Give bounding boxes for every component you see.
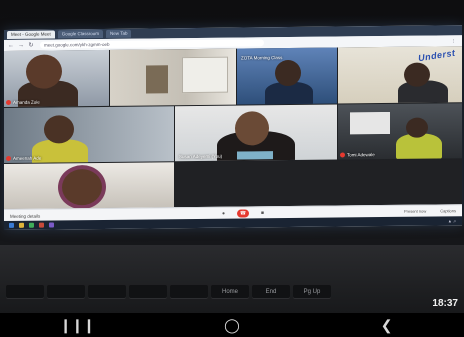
keyboard-key: Pg Up xyxy=(293,285,331,299)
room-door xyxy=(146,65,168,94)
muted-mic-icon xyxy=(6,155,11,161)
participant-tile[interactable]: Amanda Zoie xyxy=(4,49,109,107)
room-window xyxy=(182,56,228,94)
participant-head xyxy=(235,111,269,146)
browser-menu-icon[interactable]: ⋮ xyxy=(452,38,457,44)
keyboard-key: End xyxy=(252,285,290,299)
keyboard-key xyxy=(129,285,167,299)
participant-tile[interactable]: ZOTA Morning Class xyxy=(237,47,337,105)
participant-name: Amanda Zoie xyxy=(13,99,40,105)
empty-grid-area xyxy=(175,159,462,208)
room-screen xyxy=(350,111,390,135)
participant-head xyxy=(404,62,430,87)
meet-video-grid: Amanda Zoie ZOTA Morning Class Underst A… xyxy=(4,46,462,209)
forward-icon[interactable]: → xyxy=(18,42,24,48)
keyboard-key xyxy=(6,285,44,299)
keyboard-key xyxy=(170,285,208,299)
home-icon[interactable]: ◯ xyxy=(212,317,252,334)
end-call-icon[interactable]: ☎ xyxy=(237,209,249,218)
participant-name: Ameenah Ade xyxy=(13,155,42,161)
browser-tab[interactable]: Google Classroom xyxy=(57,29,104,39)
muted-mic-icon xyxy=(6,99,11,105)
keyboard-key xyxy=(47,285,85,299)
folder-icon[interactable] xyxy=(19,222,24,228)
keyboard-key: Home xyxy=(211,285,249,299)
participant-name: ZOTA Morning Class xyxy=(241,55,283,61)
clock-overlay: 18:37 xyxy=(432,298,458,309)
meet-right-controls: Present now Captions xyxy=(404,208,456,214)
back-icon[interactable]: ← xyxy=(8,42,14,48)
participant-head xyxy=(275,59,301,87)
participant-tile[interactable]: Susan Adeyemi (You) xyxy=(175,104,337,162)
url-field[interactable]: meet.google.com/ykh-zgmm-oeb xyxy=(40,39,264,49)
participant-tile[interactable]: Underst xyxy=(338,46,462,104)
browser-tab[interactable]: Meet - Google Meet xyxy=(7,30,55,39)
captions-button[interactable]: Captions xyxy=(440,208,456,213)
participant-tile[interactable] xyxy=(4,162,174,209)
name-card xyxy=(237,151,273,160)
participant-head xyxy=(62,168,102,206)
browser-tab[interactable]: New Tab xyxy=(106,29,132,38)
app-icon[interactable] xyxy=(39,222,44,228)
taskbar-tray: ▲ ♫ xyxy=(447,218,456,224)
call-controls: ● ☎ ■ xyxy=(219,209,267,218)
participant-head xyxy=(406,117,428,138)
photo: Meet - Google Meet Google Classroom New … xyxy=(0,0,464,337)
keyboard-key xyxy=(88,285,126,299)
participant-tile[interactable]: Ameenah Ade xyxy=(4,106,174,163)
start-icon[interactable] xyxy=(9,222,14,228)
app-icon[interactable] xyxy=(49,222,54,228)
reload-icon[interactable]: ↻ xyxy=(28,42,34,49)
classroom-banner: Underst xyxy=(417,47,457,64)
meeting-details-button[interactable]: Meeting details xyxy=(10,213,40,218)
participant-tile[interactable] xyxy=(110,48,236,106)
back-icon[interactable]: ❮ xyxy=(367,317,407,334)
chrome-icon[interactable] xyxy=(29,222,34,228)
camera-icon[interactable]: ■ xyxy=(258,209,267,217)
microphone-icon[interactable]: ● xyxy=(219,210,228,218)
monitor-screen: Meet - Google Meet Google Classroom New … xyxy=(4,25,462,230)
present-now-button[interactable]: Present now xyxy=(404,209,426,214)
monitor-bezel: Meet - Google Meet Google Classroom New … xyxy=(0,0,464,245)
phone-navigation-bar: ❙❙❙ ◯ ❮ xyxy=(0,313,464,337)
keyboard-deck: Home End Pg Up 18:37 xyxy=(0,245,464,313)
recent-apps-icon[interactable]: ❙❙❙ xyxy=(57,317,97,334)
participant-name: Tomi Adewale xyxy=(347,152,375,158)
participant-name: Susan Adeyemi (You) xyxy=(179,153,223,160)
muted-mic-icon xyxy=(340,152,345,158)
keyboard-row: Home End Pg Up xyxy=(6,285,331,299)
participant-tile[interactable]: Tomi Adewale xyxy=(338,103,462,160)
